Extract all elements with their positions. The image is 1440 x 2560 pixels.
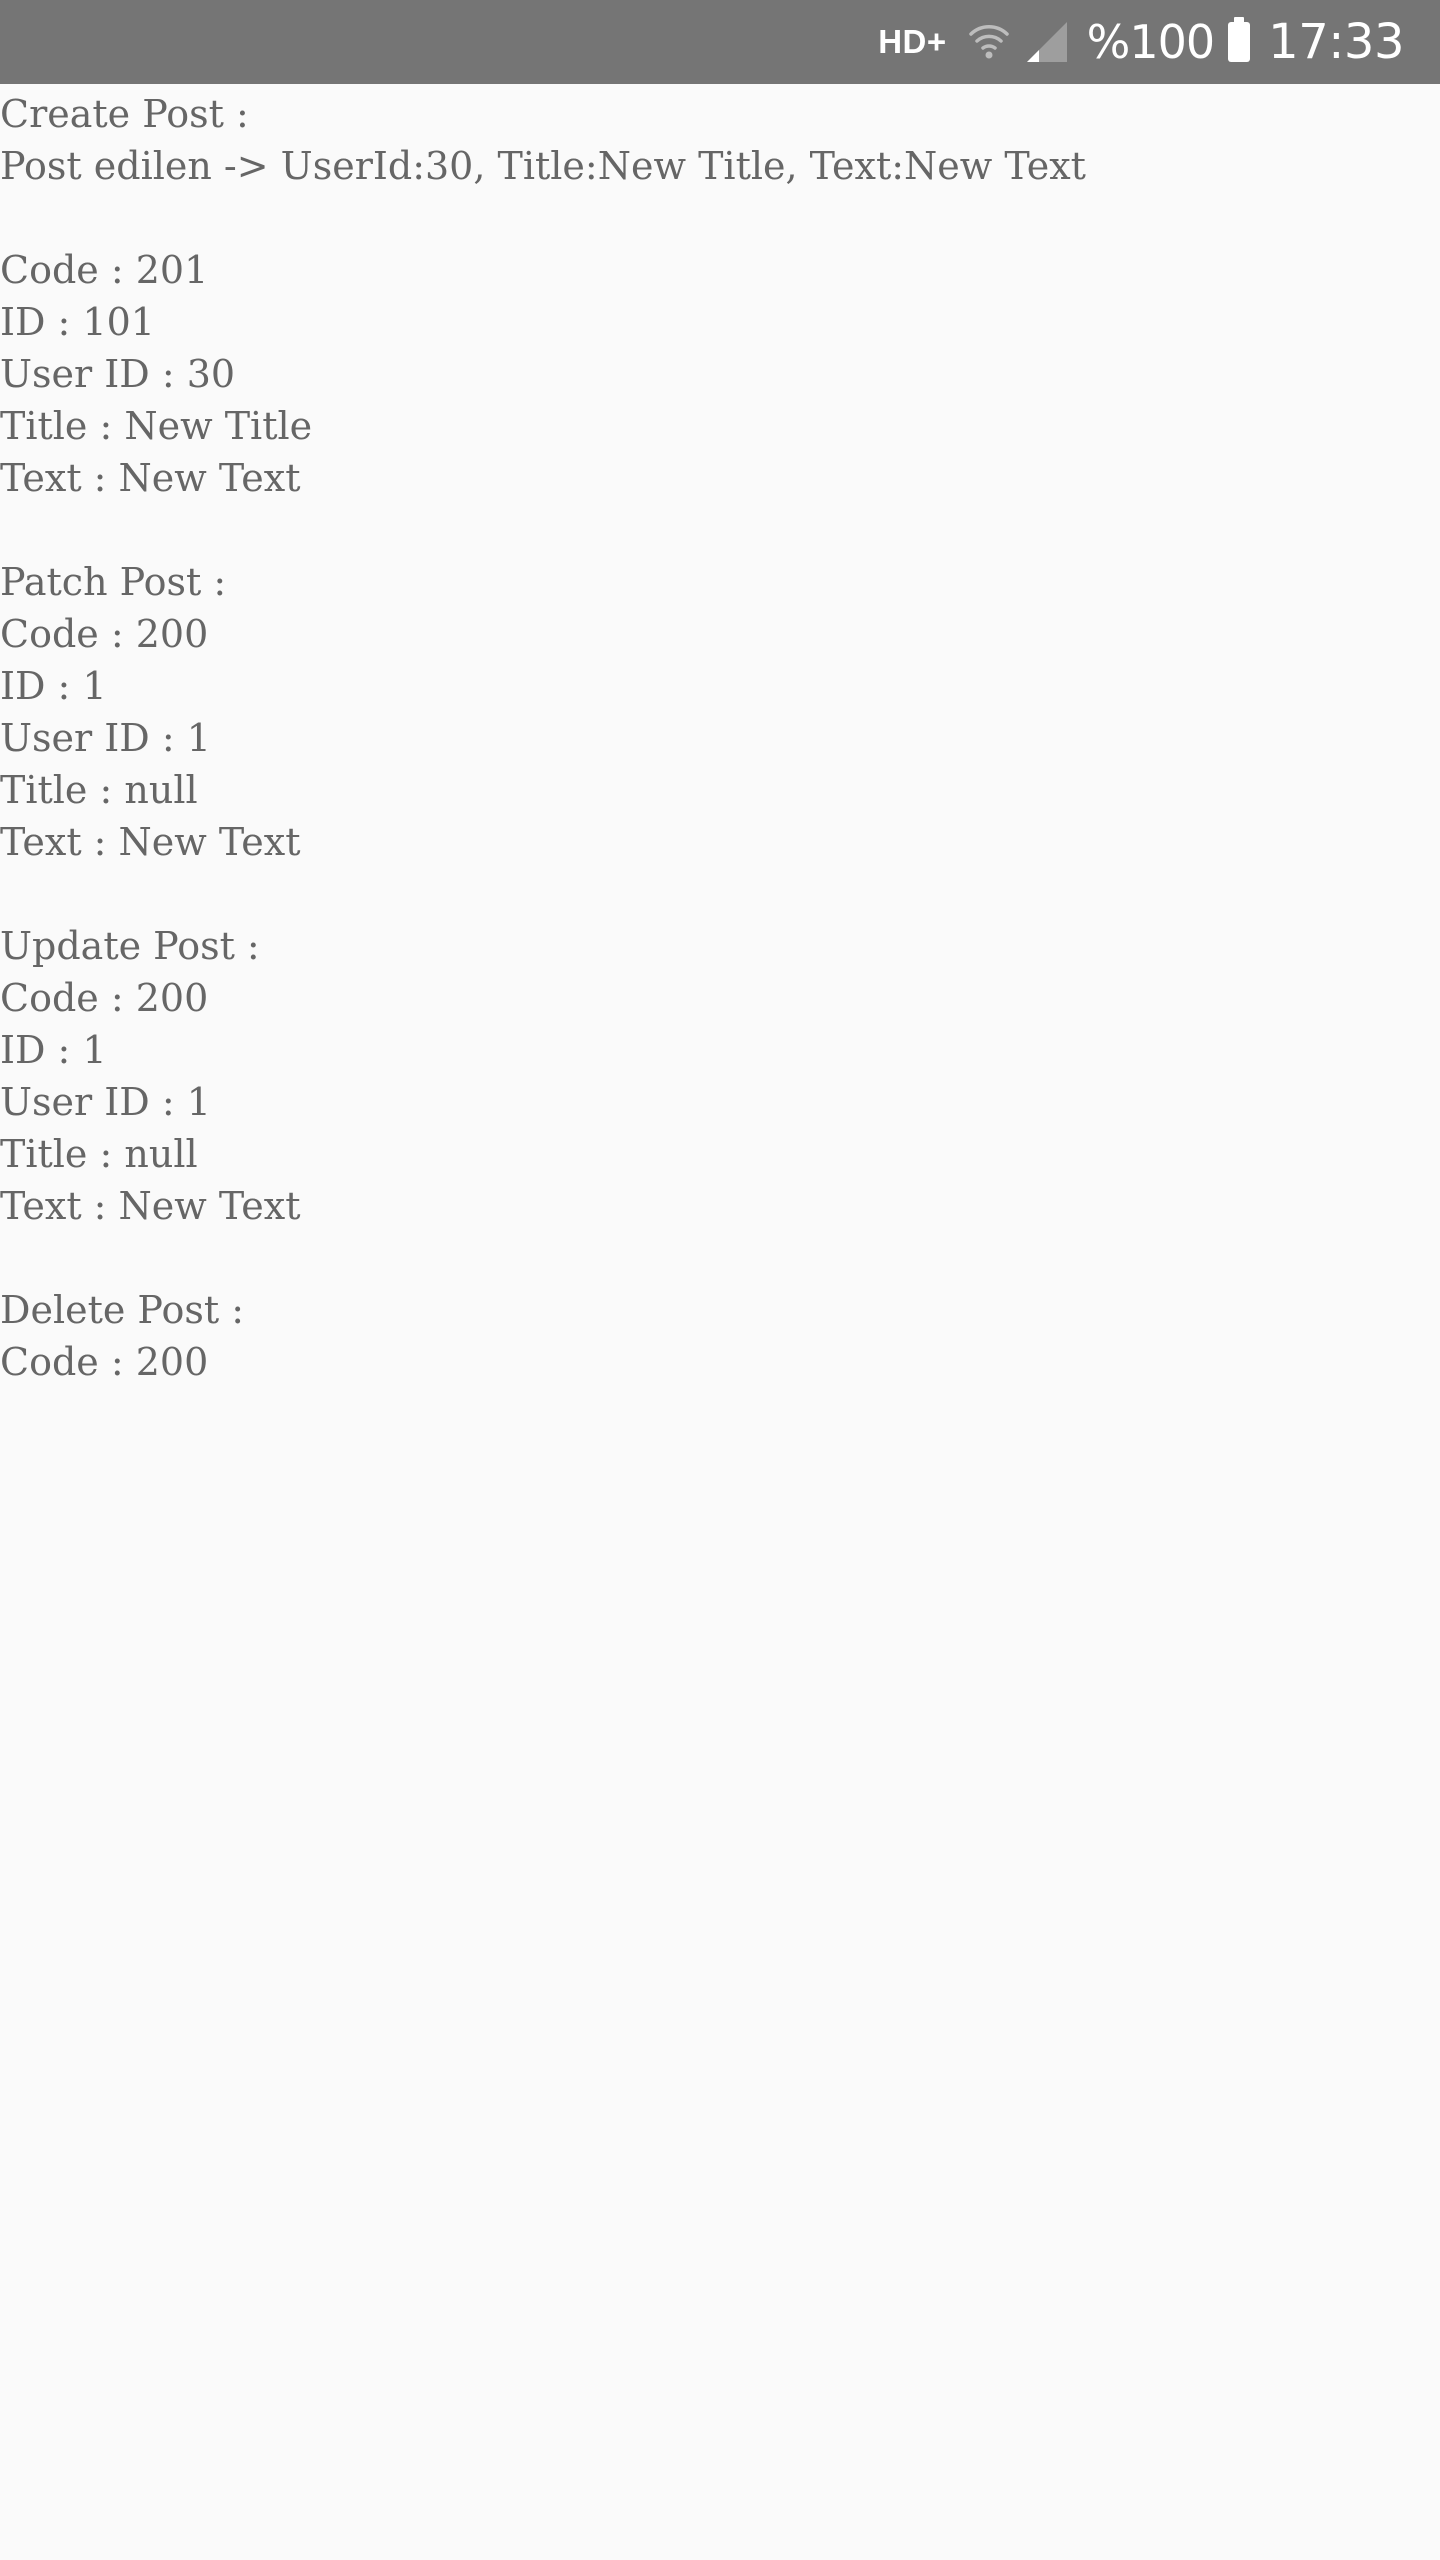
log-line: Code : 200 [0,612,209,656]
log-line: Post edilen -> UserId:30, Title:New Titl… [0,144,1086,188]
log-line: ID : 1 [0,1028,107,1072]
status-icons: HD+ %100 17:33 [878,0,1404,84]
log-line: Code : 201 [0,248,209,292]
log-line: Title : null [0,1132,198,1176]
log-line: ID : 101 [0,300,155,344]
clock: 17:33 [1268,14,1404,70]
battery-percentage: %100 [1086,15,1216,69]
log-line: Create Post : [0,92,249,136]
log-line: Update Post : [0,924,260,968]
log-line: ID : 1 [0,664,107,708]
response-log: Create Post : Post edilen -> UserId:30, T… [0,88,1440,1388]
log-line: Text : New Text [0,456,301,500]
log-line: Patch Post : [0,560,227,604]
log-line: User ID : 1 [0,1080,211,1124]
status-bar: HD+ %100 17:33 [0,0,1440,84]
signal-icon [1025,22,1069,62]
log-line: Text : New Text [0,820,301,864]
log-line: Title : null [0,768,198,812]
log-line: Code : 200 [0,1340,209,1384]
battery-icon [1228,17,1251,62]
network-type-label: HD+ [878,23,947,60]
log-line: User ID : 30 [0,352,236,396]
wifi-icon [968,22,1009,62]
log-line: Code : 200 [0,976,209,1020]
log-line: Text : New Text [0,1184,301,1228]
log-line: Title : New Title [0,404,313,448]
log-line: Delete Post : [0,1288,244,1332]
log-line: User ID : 1 [0,716,211,760]
